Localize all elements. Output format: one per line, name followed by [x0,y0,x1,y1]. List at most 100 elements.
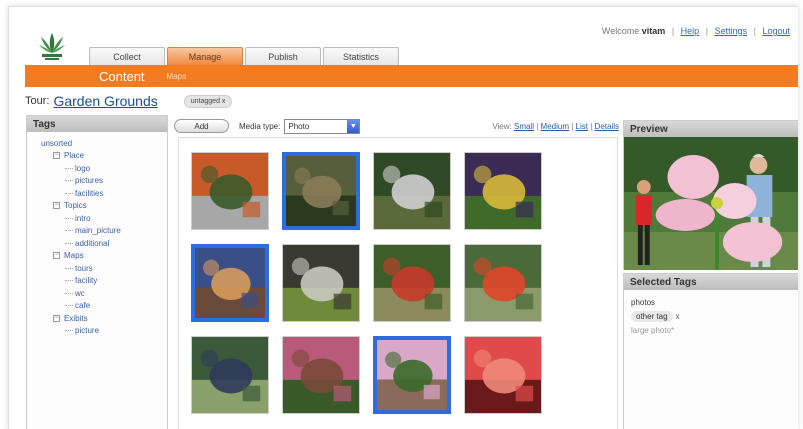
settings-link[interactable]: Settings [715,26,748,36]
section-title: Content [99,68,145,84]
view-label: View: [492,121,512,131]
thumb-topiary[interactable] [191,336,269,414]
tag-tree-item[interactable]: facility [35,275,167,288]
thumb-garden-stall[interactable] [282,244,360,322]
tag-tree-item[interactable]: facilities [35,187,167,200]
view-separator: | [536,121,539,131]
untagged-filter-chip[interactable]: untagged x [183,94,233,108]
tag-tree-item[interactable]: − Exibits [35,312,167,325]
selected-tag-label: other tag [631,310,673,322]
close-icon[interactable]: x [222,98,226,105]
tag-tree: unsorted − Place logo pictures facilities − Top… [27,132,167,337]
filter-chip-label: untagged [190,97,220,105]
thumb-girl-flower[interactable] [282,336,360,414]
media-type-value: Photo [288,121,310,131]
tag-label: facility [75,276,98,286]
tag-label: cafe [75,301,91,311]
tag-tree-item[interactable]: unsorted [35,137,167,150]
app-frame: Welcome vitam | Help | Settings | Logout… [8,6,798,429]
preview-panel: Preview [623,120,798,270]
thumb-flower-sculpture[interactable] [464,152,542,230]
tag-label: wc [75,288,85,298]
help-link[interactable]: Help [681,26,700,36]
selected-tags-list: photos other tag x large photo* [624,290,798,342]
media-type-label: Media type: [239,121,281,131]
add-button[interactable]: Add [174,119,229,133]
thumb-child-closeup[interactable] [191,244,269,322]
tab-collect[interactable]: Collect [89,47,165,65]
thumb-red-flowers[interactable] [464,244,542,322]
tab-publish[interactable]: Publish [245,47,321,65]
view-details-link[interactable]: Details [595,122,619,131]
chevron-down-icon[interactable]: ▼ [347,119,360,133]
tag-tree-item[interactable]: cafe [35,300,167,313]
tag-tree-item[interactable]: wc [35,287,167,300]
tour-row: Tour: Garden Grounds untagged x [25,93,233,109]
media-toolbar: Add Media type: Photo ▼ View: Small | Me… [174,118,619,134]
tag-label: Maps [64,251,84,261]
preview-image [624,137,798,270]
tag-label: unsorted [41,138,73,148]
maps-sub-link[interactable]: Maps [167,72,187,81]
logout-link[interactable]: Logout [762,26,790,36]
main-tabs: Collect Manage Publish Statistics [89,47,401,65]
welcome-bar: Welcome vitam | Help | Settings | Logout [601,26,790,36]
tags-panel-title: Tags [27,116,167,132]
thumb-pink-flower[interactable] [373,336,451,414]
thumb-flower-beds[interactable] [373,244,451,322]
welcome-text: Welcome [601,26,640,36]
tag-label: logo [75,163,91,173]
tag-tree-item[interactable]: − Place [35,150,167,163]
tag-label: additional [75,238,110,248]
selected-tag: large photo* [631,323,796,337]
tag-label: facilities [75,188,104,198]
section-bar: Content Maps [25,65,798,87]
tour-name-link[interactable]: Garden Grounds [53,93,157,109]
view-separator: | [590,121,593,131]
media-type-select[interactable]: Photo ▼ [284,118,361,134]
view-options: View: Small | Medium | List | Details [492,122,619,131]
thumb-garden-arch[interactable] [282,152,360,230]
tag-label: Topics [64,201,87,211]
garden-logo-icon [39,33,65,60]
selected-tag-label: photos [631,297,656,307]
tag-label: pictures [75,176,104,186]
tag-tree-item[interactable]: additional [35,237,167,250]
collapse-icon[interactable]: − [53,314,60,322]
tag-label: Place [64,151,85,161]
tag-tree-item[interactable]: logo [35,162,167,175]
thumb-path-people[interactable] [373,152,451,230]
tag-tree-item[interactable]: pictures [35,175,167,188]
tag-tree-item[interactable]: − Topics [35,200,167,213]
view-separator: | [571,121,574,131]
tag-label: intro [75,213,91,223]
tag-tree-item[interactable]: tours [35,262,167,275]
selected-tag: photos [631,295,796,309]
collapse-icon[interactable]: − [53,252,60,260]
tag-label: picture [75,326,100,336]
view-medium-link[interactable]: Medium [541,122,569,131]
preview-title: Preview [624,121,798,137]
username: vitam [641,26,666,36]
tags-panel: Tags unsorted − Place logo pictures facilitie… [26,115,168,429]
selected-tag-label: large photo* [631,325,675,335]
tag-tree-item[interactable]: − Maps [35,250,167,263]
tab-manage[interactable]: Manage [167,47,243,65]
collapse-icon[interactable]: − [53,152,60,160]
tab-statistics[interactable]: Statistics [323,47,399,65]
selected-tags-panel: Selected Tags photos other tag x large phot… [623,273,798,429]
tag-label: Exibits [64,313,88,323]
photo-grid [178,137,618,429]
tag-tree-item[interactable]: picture [35,325,167,338]
tag-tree-item[interactable]: main_picture [35,225,167,238]
tag-tree-item[interactable]: intro [35,212,167,225]
view-small-link[interactable]: Small [514,122,534,131]
close-icon[interactable]: x [676,312,680,321]
thumb-rose[interactable] [464,336,542,414]
tag-label: tours [75,263,93,273]
collapse-icon[interactable]: − [53,202,60,210]
thumb-autumn-bench[interactable] [191,152,269,230]
selected-tag[interactable]: other tag x [631,309,796,323]
tour-label: Tour: [25,95,50,107]
view-list-link[interactable]: List [576,122,588,131]
